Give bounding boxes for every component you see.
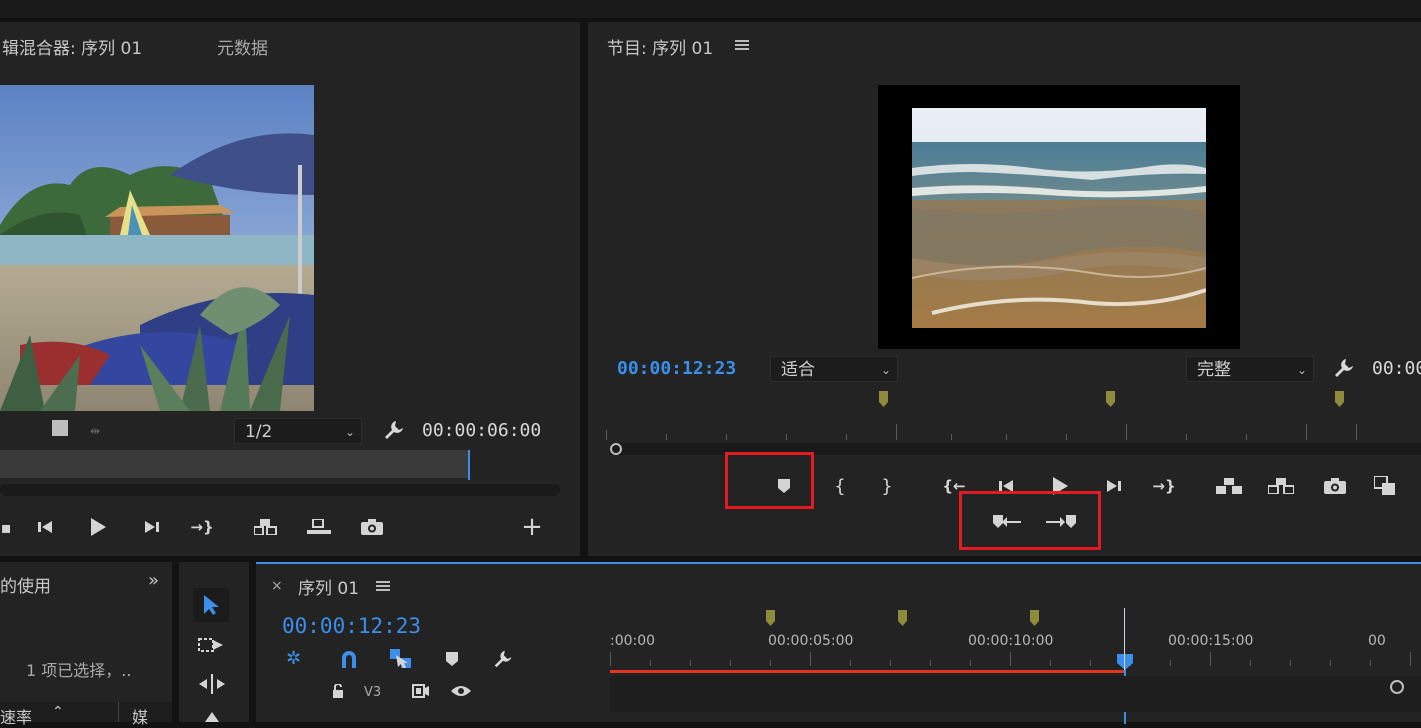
timeline-ruler[interactable]: :00:00 00:00:05:00 00:00:10:00 00:00:15:…	[610, 604, 1421, 674]
panel-menu-icon[interactable]	[735, 40, 749, 50]
insert-icon[interactable]	[252, 515, 280, 539]
program-time-ruler[interactable]	[606, 422, 1421, 440]
mark-out-icon[interactable]: }	[873, 474, 901, 498]
program-duration-timecode: 00:00	[1372, 358, 1421, 379]
wrench-icon[interactable]	[382, 418, 406, 442]
panel-overflow-icon[interactable]: »	[148, 570, 159, 591]
close-icon[interactable]: ×	[271, 578, 283, 594]
go-to-out-icon[interactable]: →}	[188, 515, 216, 539]
program-panel-title[interactable]: 节目: 序列 01	[607, 34, 713, 59]
source-scroll-bar[interactable]	[0, 484, 560, 496]
timeline-marker-3[interactable]	[1030, 610, 1039, 626]
timeline-marker-1[interactable]	[766, 610, 775, 626]
ruler-label-20s: 00	[1368, 633, 1386, 649]
project-panel-tab[interactable]: 的使用	[0, 572, 51, 597]
tab-audio-clip-mixer[interactable]: 辑混合器: 序列 01	[2, 34, 142, 59]
timeline-playhead-handle[interactable]	[1117, 654, 1133, 670]
step-back-icon[interactable]	[32, 515, 60, 539]
step-forward-icon[interactable]	[137, 515, 165, 539]
column-header-speed[interactable]: 速率	[0, 704, 32, 728]
sync-lock-icon[interactable]	[412, 684, 430, 698]
column-divider	[118, 702, 119, 722]
track-name-v3: V3	[364, 685, 382, 700]
wrench-icon[interactable]	[1332, 356, 1356, 380]
program-playhead-timecode[interactable]: 00:00:12:23	[617, 358, 736, 379]
source-panel: 辑混合器: 序列 01 元数据 ⇹ 1/2 ⌄ 00:00:06:00 ▪ →}…	[0, 22, 580, 556]
playback-resolution-value: 完整	[1197, 360, 1231, 380]
button-editor-plus-icon[interactable]: +	[518, 512, 546, 542]
highlight-add-marker	[725, 452, 814, 509]
lift-icon[interactable]	[1215, 474, 1243, 498]
work-area-bar[interactable]	[610, 670, 1126, 673]
source-duration-timecode: 00:00:06:00	[422, 420, 542, 441]
camera-icon[interactable]	[358, 515, 386, 539]
selection-status: 1 项已选择，..	[26, 661, 132, 680]
zoom-fit-value: 适合	[781, 360, 815, 380]
vertical-scroll-handle[interactable]	[1390, 680, 1404, 694]
timeline-tab-title[interactable]: 序列 01	[298, 574, 359, 599]
linked-selection-icon[interactable]	[390, 649, 412, 669]
eye-icon[interactable]	[451, 685, 471, 697]
resolution-value: 1/2	[245, 422, 273, 442]
tab-metadata[interactable]: 元数据	[217, 34, 268, 59]
ruler-label-0: :00:00	[610, 633, 656, 649]
ruler-label-15s: 00:00:15:00	[1168, 633, 1254, 649]
playback-resolution-select[interactable]: 完整 ⌄	[1186, 356, 1314, 382]
lock-icon[interactable]	[332, 684, 344, 698]
ruler-label-5s: 00:00:05:00	[768, 633, 854, 649]
mark-in-icon[interactable]: {	[826, 474, 854, 498]
column-header-media[interactable]: 媒	[132, 704, 148, 728]
track-v3-lane[interactable]	[610, 676, 1421, 712]
project-panel: 的使用 » 1 项已选择，.. 速率 ⌃ 媒	[0, 562, 172, 727]
program-playhead-handle[interactable]	[610, 443, 622, 455]
source-playhead[interactable]	[468, 450, 470, 480]
play-icon[interactable]	[84, 515, 112, 539]
marker-2[interactable]	[1106, 391, 1115, 407]
step-forward-icon[interactable]	[1099, 474, 1127, 498]
camera-icon[interactable]	[1321, 474, 1349, 498]
razor-tool-icon[interactable]	[205, 712, 219, 722]
ruler-label-10s: 00:00:10:00	[968, 633, 1054, 649]
resolution-select[interactable]: 1/2 ⌄	[234, 418, 362, 444]
selection-tool-icon[interactable]	[193, 588, 229, 622]
program-preview-image	[912, 108, 1206, 328]
marker-3[interactable]	[1335, 391, 1344, 407]
chevron-down-icon: ⌄	[344, 425, 355, 439]
nest-snap-icon[interactable]: ✲	[286, 648, 301, 669]
snap-magnet-icon[interactable]	[340, 650, 358, 668]
drag-audio-icon[interactable]: ⇹	[90, 424, 100, 438]
extract-icon[interactable]	[1267, 474, 1295, 498]
panel-menu-icon[interactable]	[376, 581, 390, 591]
chevron-down-icon: ⌄	[1296, 363, 1307, 377]
timeline-panel: × 序列 01 00:00:12:23 ✲ V3 :00:00 00:00:05…	[256, 562, 1421, 724]
add-marker-icon[interactable]	[446, 652, 458, 666]
highlight-marker-navigation	[959, 491, 1101, 550]
marker-1[interactable]	[879, 391, 888, 407]
ripple-edit-tool-icon[interactable]	[197, 674, 227, 694]
tools-panel	[179, 562, 249, 722]
chevron-down-icon: ⌄	[880, 363, 891, 377]
overwrite-icon[interactable]	[305, 515, 333, 539]
program-panel: 节目: 序列 01 00:00:12:23 适合 ⌄ 完整 ⌄ 00:00 {…	[588, 22, 1421, 556]
timeline-marker-2[interactable]	[898, 610, 907, 626]
go-to-out-icon[interactable]: →}	[1150, 474, 1178, 498]
timeline-playhead-timecode[interactable]: 00:00:12:23	[282, 614, 421, 638]
compare-icon[interactable]	[1371, 474, 1399, 498]
source-time-ruler[interactable]	[0, 450, 470, 478]
sort-ascending-icon: ⌃	[52, 704, 64, 720]
track-select-tool-icon[interactable]	[197, 636, 227, 656]
source-preview-image	[0, 85, 314, 411]
wrench-icon[interactable]	[492, 648, 514, 670]
top-strip	[0, 0, 1421, 18]
zoom-fit-select[interactable]: 适合 ⌄	[770, 356, 898, 382]
safe-margins-button[interactable]	[52, 420, 68, 436]
source-mark-clip-button[interactable]: ▪	[0, 515, 20, 539]
